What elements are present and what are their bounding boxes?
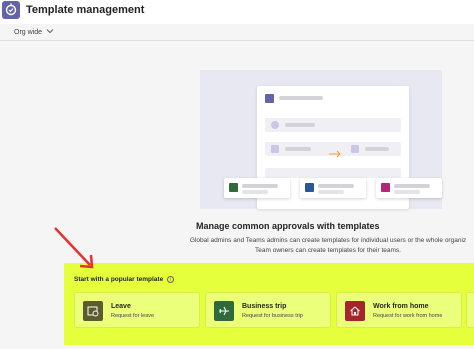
illustration-mini-card — [224, 178, 290, 198]
illustration-list-icon — [271, 145, 279, 153]
home-icon — [381, 183, 390, 192]
scope-dropdown-label: Org wide — [14, 28, 43, 36]
templates-illustration — [200, 70, 442, 209]
illustration-line — [285, 147, 311, 151]
header-divider — [0, 40, 474, 41]
illustration-mini-card — [376, 178, 442, 198]
template-card-partial[interactable] — [466, 292, 474, 328]
template-description: Request for business trip — [242, 313, 303, 319]
home-icon — [345, 301, 365, 321]
hero-description-line-2: Team owners can create templates for the… — [255, 247, 401, 254]
template-card-work-from-home[interactable]: Work from home Request for work from hom… — [336, 292, 462, 328]
illustration-doc-icon — [265, 94, 274, 103]
template-title: Business trip — [242, 303, 287, 310]
illustration-line — [242, 184, 278, 188]
illustration-line — [279, 96, 323, 100]
illustration-line — [285, 123, 315, 127]
illustration-line — [394, 184, 430, 188]
popular-templates-label: Start with a popular template i — [74, 276, 175, 283]
annotation-arrow — [54, 227, 94, 269]
template-title: Work from home — [373, 303, 429, 310]
template-card-business-trip[interactable]: Business trip Request for business trip — [205, 292, 331, 328]
illustration-line — [318, 190, 344, 194]
approvals-app-icon[interactable] — [2, 1, 20, 19]
template-description: Request for work from home — [373, 313, 443, 319]
chevron-down-icon — [46, 28, 54, 36]
template-title: Leave — [111, 303, 131, 310]
info-icon[interactable]: i — [167, 276, 175, 283]
illustration-line — [318, 184, 354, 188]
document-icon — [305, 183, 314, 192]
calendar-clock-icon — [83, 301, 103, 321]
illustration-line — [242, 190, 268, 194]
arrow-right-icon — [329, 145, 343, 163]
illustration-line — [365, 147, 389, 151]
airplane-icon — [214, 301, 234, 321]
hero-description-line-1: Global admins and Teams admins can creat… — [189, 237, 467, 244]
airplane-icon — [229, 183, 238, 192]
title-bar: Template management — [0, 0, 474, 24]
scope-dropdown[interactable]: Org wide — [14, 28, 54, 36]
illustration-row — [265, 168, 401, 178]
illustration-mini-card — [300, 178, 366, 198]
template-description: Request for leave — [111, 313, 155, 319]
hero-description: Global admins and Teams admins can creat… — [178, 236, 474, 256]
template-card-leave[interactable]: Leave Request for leave — [74, 292, 200, 328]
illustration-line — [394, 190, 420, 194]
popular-templates-title: Start with a popular template — [74, 276, 164, 283]
illustration-list-icon — [351, 145, 359, 153]
illustration-person-icon — [271, 121, 279, 129]
page-title: Template management — [26, 4, 145, 16]
